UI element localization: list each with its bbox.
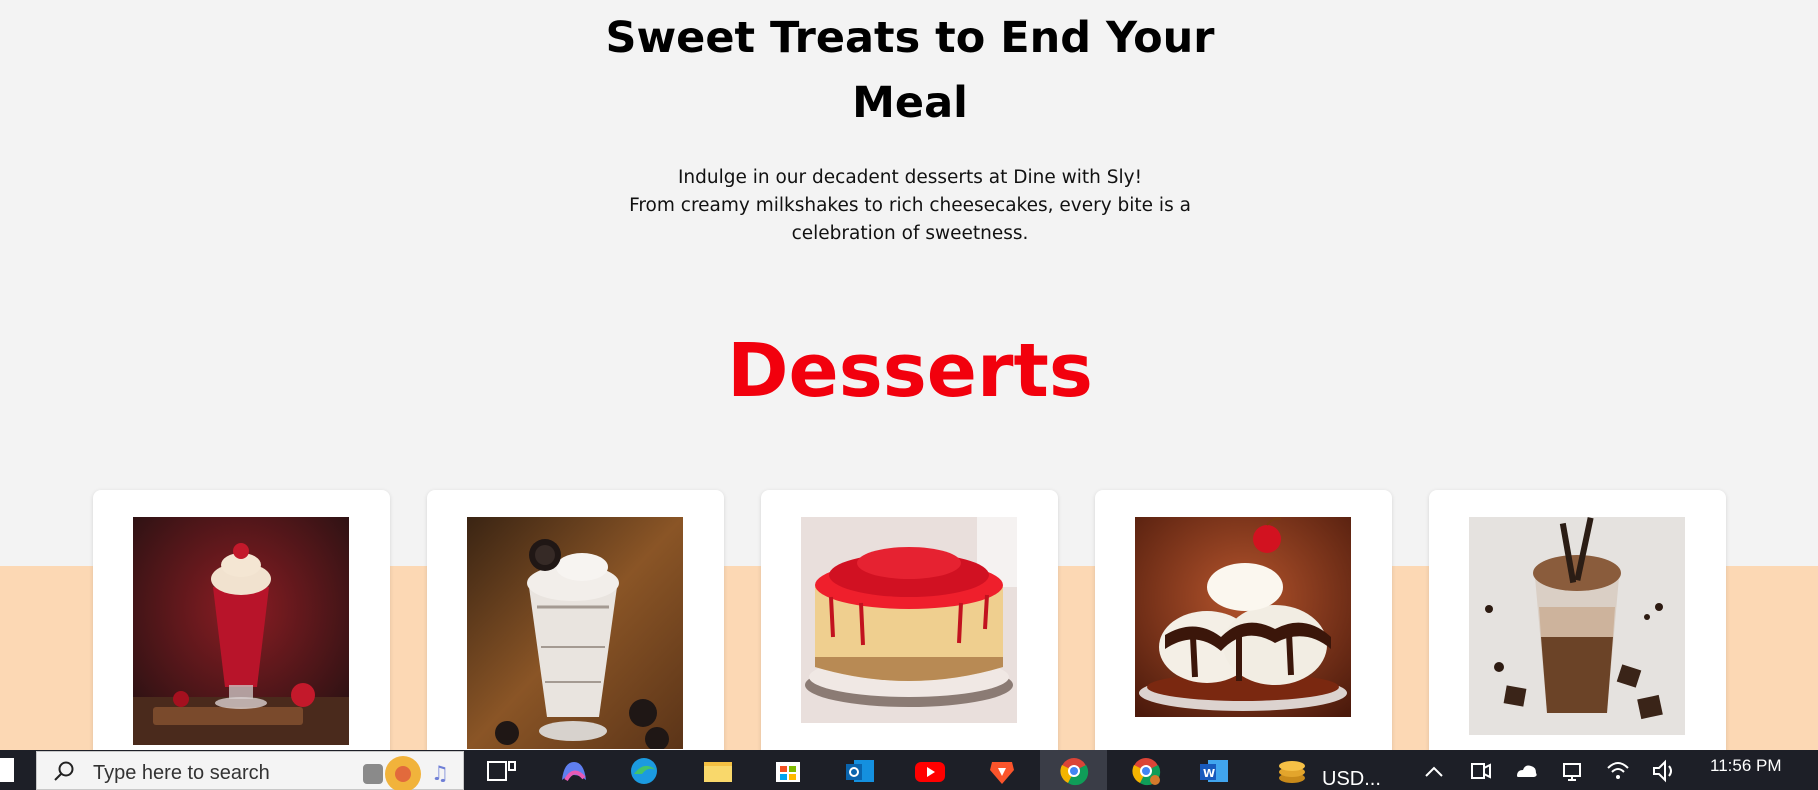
- start-icon[interactable]: [0, 758, 14, 782]
- strawberry-cheesecake-image: [801, 517, 1017, 723]
- youtube-icon[interactable]: [912, 756, 948, 786]
- taskbar-clock-time[interactable]: 11:56 PM: [1710, 756, 1782, 776]
- section-title-desserts: Desserts: [727, 328, 1093, 414]
- dessert-card-2[interactable]: [427, 490, 724, 750]
- hero-line-1: Indulge in our decadent desserts at Dine…: [677, 167, 1143, 188]
- network-ethernet-icon[interactable]: [1558, 756, 1586, 786]
- chrome-icon[interactable]: [1056, 756, 1092, 786]
- hero-title: Sweet Treats to End Your Meal: [605, 13, 1215, 128]
- outlook-icon[interactable]: [842, 756, 878, 786]
- dessert-card-3[interactable]: [761, 490, 1058, 750]
- onedrive-cloud-icon[interactable]: [1512, 756, 1540, 786]
- chocolate-milkshake-image: [1469, 517, 1685, 735]
- svg-text:W: W: [1203, 767, 1215, 780]
- show-hidden-icons-chevron-up-icon[interactable]: [1420, 756, 1448, 786]
- chocolate-sundae-image: [1135, 517, 1351, 717]
- store-icon[interactable]: [770, 756, 806, 786]
- hero-description: Indulge in our decadent desserts at Dine…: [600, 164, 1220, 248]
- red-velvet-milkshake-image: [133, 517, 349, 745]
- volume-icon[interactable]: [1650, 756, 1678, 786]
- coins-icon[interactable]: [1274, 756, 1310, 786]
- dessert-card-4[interactable]: [1095, 490, 1392, 750]
- hero-line-2: From creamy milkshakes to rich cheesecak…: [629, 195, 1191, 244]
- usd-widget-label[interactable]: USD...: [1322, 768, 1381, 790]
- wifi-icon[interactable]: [1604, 756, 1632, 786]
- meet-camera-icon[interactable]: [1466, 756, 1494, 786]
- task-view-icon[interactable]: [484, 756, 520, 786]
- copilot-icon[interactable]: [556, 756, 592, 786]
- svg-text:♫: ♫: [431, 761, 449, 785]
- file-explorer-icon[interactable]: [700, 756, 736, 786]
- word-icon[interactable]: W: [1196, 756, 1232, 786]
- edge-icon[interactable]: [626, 756, 662, 786]
- search-highlight-icon: ♫: [363, 756, 449, 790]
- dessert-card-1[interactable]: [93, 490, 390, 750]
- oreo-milkshake-image: [467, 517, 683, 749]
- dessert-card-5[interactable]: [1429, 490, 1726, 750]
- taskbar-search-placeholder: Type here to search: [93, 762, 270, 784]
- taskbar-search-box[interactable]: Type here to search ♫: [36, 751, 464, 790]
- brave-icon[interactable]: [984, 756, 1020, 786]
- page: Sweet Treats to End Your Meal Indulge in…: [0, 0, 1818, 750]
- search-icon: [54, 761, 74, 781]
- chrome-profile-icon[interactable]: [1128, 756, 1164, 786]
